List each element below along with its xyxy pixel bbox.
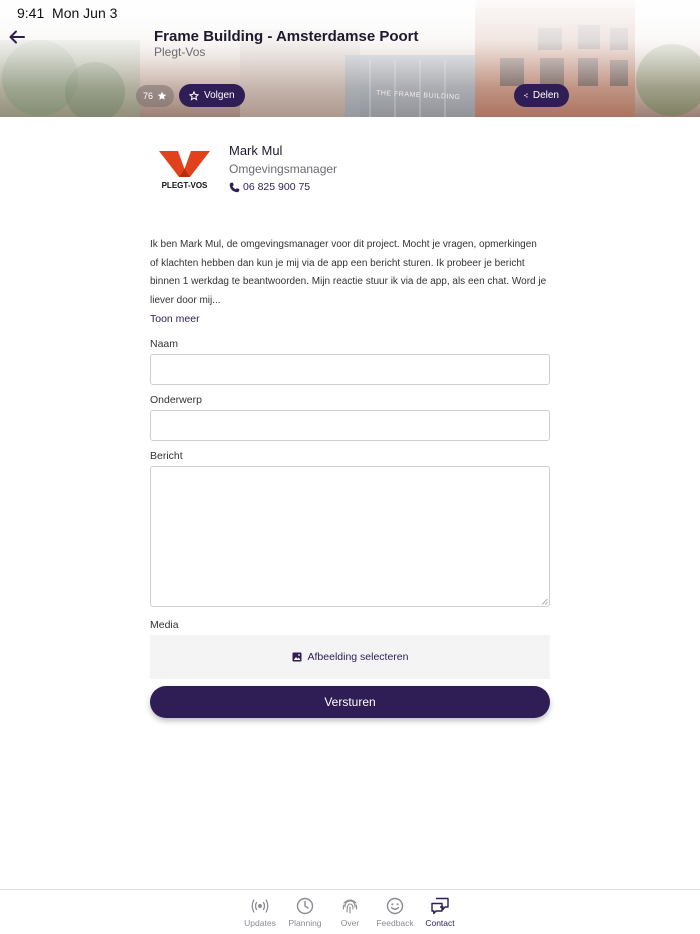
resize-handle-icon[interactable] [541, 598, 548, 605]
contact-role: Omgevingsmanager [229, 162, 338, 176]
tab-over[interactable]: Over [328, 896, 372, 928]
follow-label: Volgen [204, 90, 235, 101]
follower-count-badge: 76 [136, 85, 174, 107]
media-label: Media [150, 619, 179, 631]
name-field[interactable] [150, 354, 550, 385]
intro-line: liever door mij... [150, 294, 221, 306]
subject-label: Onderwerp [150, 394, 202, 406]
share-icon [524, 93, 528, 98]
clock-icon [296, 897, 314, 915]
follower-count: 76 [142, 91, 153, 101]
arrow-left-icon [9, 30, 25, 44]
tab-planning[interactable]: Planning [283, 896, 327, 928]
contact-phone-link[interactable]: 06 825 900 75 [229, 181, 310, 193]
chat-icon [431, 897, 449, 915]
project-title: Frame Building - Amsterdamse Poort [154, 28, 419, 45]
bottom-tab-bar: Updates Planning Over Feedback Contact [0, 889, 700, 934]
status-bar-time: 9:41 Mon Jun 3 [17, 5, 118, 21]
share-button[interactable]: Delen [514, 84, 569, 107]
message-field[interactable] [150, 466, 550, 607]
tab-updates-label: Updates [244, 918, 276, 928]
phone-icon [229, 182, 240, 192]
intro-text: Ik ben Mark Mul, de omgevingsmanager voo… [150, 236, 552, 310]
project-company: Plegt-Vos [154, 45, 206, 59]
tab-contact[interactable]: Contact [418, 896, 462, 928]
follow-button[interactable]: Volgen [179, 84, 245, 107]
tab-contact-label: Contact [425, 918, 455, 928]
company-logo-text: PLEGT-VOS [162, 181, 208, 190]
message-label: Bericht [150, 450, 183, 462]
broadcast-icon [251, 899, 269, 913]
image-icon [292, 652, 301, 662]
select-image-label: Afbeelding selecteren [307, 651, 409, 663]
contact-phone: 06 825 900 75 [243, 181, 311, 193]
submit-label: Versturen [324, 695, 376, 709]
star-icon [157, 91, 167, 100]
tab-feedback-label: Feedback [376, 918, 414, 928]
intro-line: of klachten hebben dan kun je mij via de… [150, 257, 525, 269]
intro-line: Ik ben Mark Mul, de omgevingsmanager voo… [150, 239, 537, 250]
company-logo-mark: PLEGT-VOS [159, 151, 210, 190]
show-more-link[interactable]: Toon meer [150, 313, 200, 325]
company-logo: PLEGT-VOS [157, 148, 212, 192]
fingerprint-icon [342, 899, 358, 914]
tab-feedback[interactable]: Feedback [373, 896, 417, 928]
name-label: Naam [150, 338, 179, 350]
share-label: Delen [532, 90, 559, 101]
tab-planning-label: Planning [288, 918, 322, 928]
intro-line: binnen 1 werkdag te beantwoorden. Mijn r… [150, 276, 547, 287]
star-outline-icon [189, 90, 199, 101]
tab-updates[interactable]: Updates [238, 896, 282, 928]
submit-button[interactable]: Versturen [150, 686, 550, 718]
smiley-icon [386, 897, 404, 915]
project-header: THE FRAME BUILDING 9:41 Mon Jun 3 Frame … [0, 0, 700, 117]
back-button[interactable] [6, 26, 28, 48]
contact-name: Mark Mul [229, 143, 283, 158]
select-image-button[interactable]: Afbeelding selecteren [150, 635, 550, 679]
subject-field[interactable] [150, 410, 550, 441]
tab-over-label: Over [340, 918, 360, 928]
